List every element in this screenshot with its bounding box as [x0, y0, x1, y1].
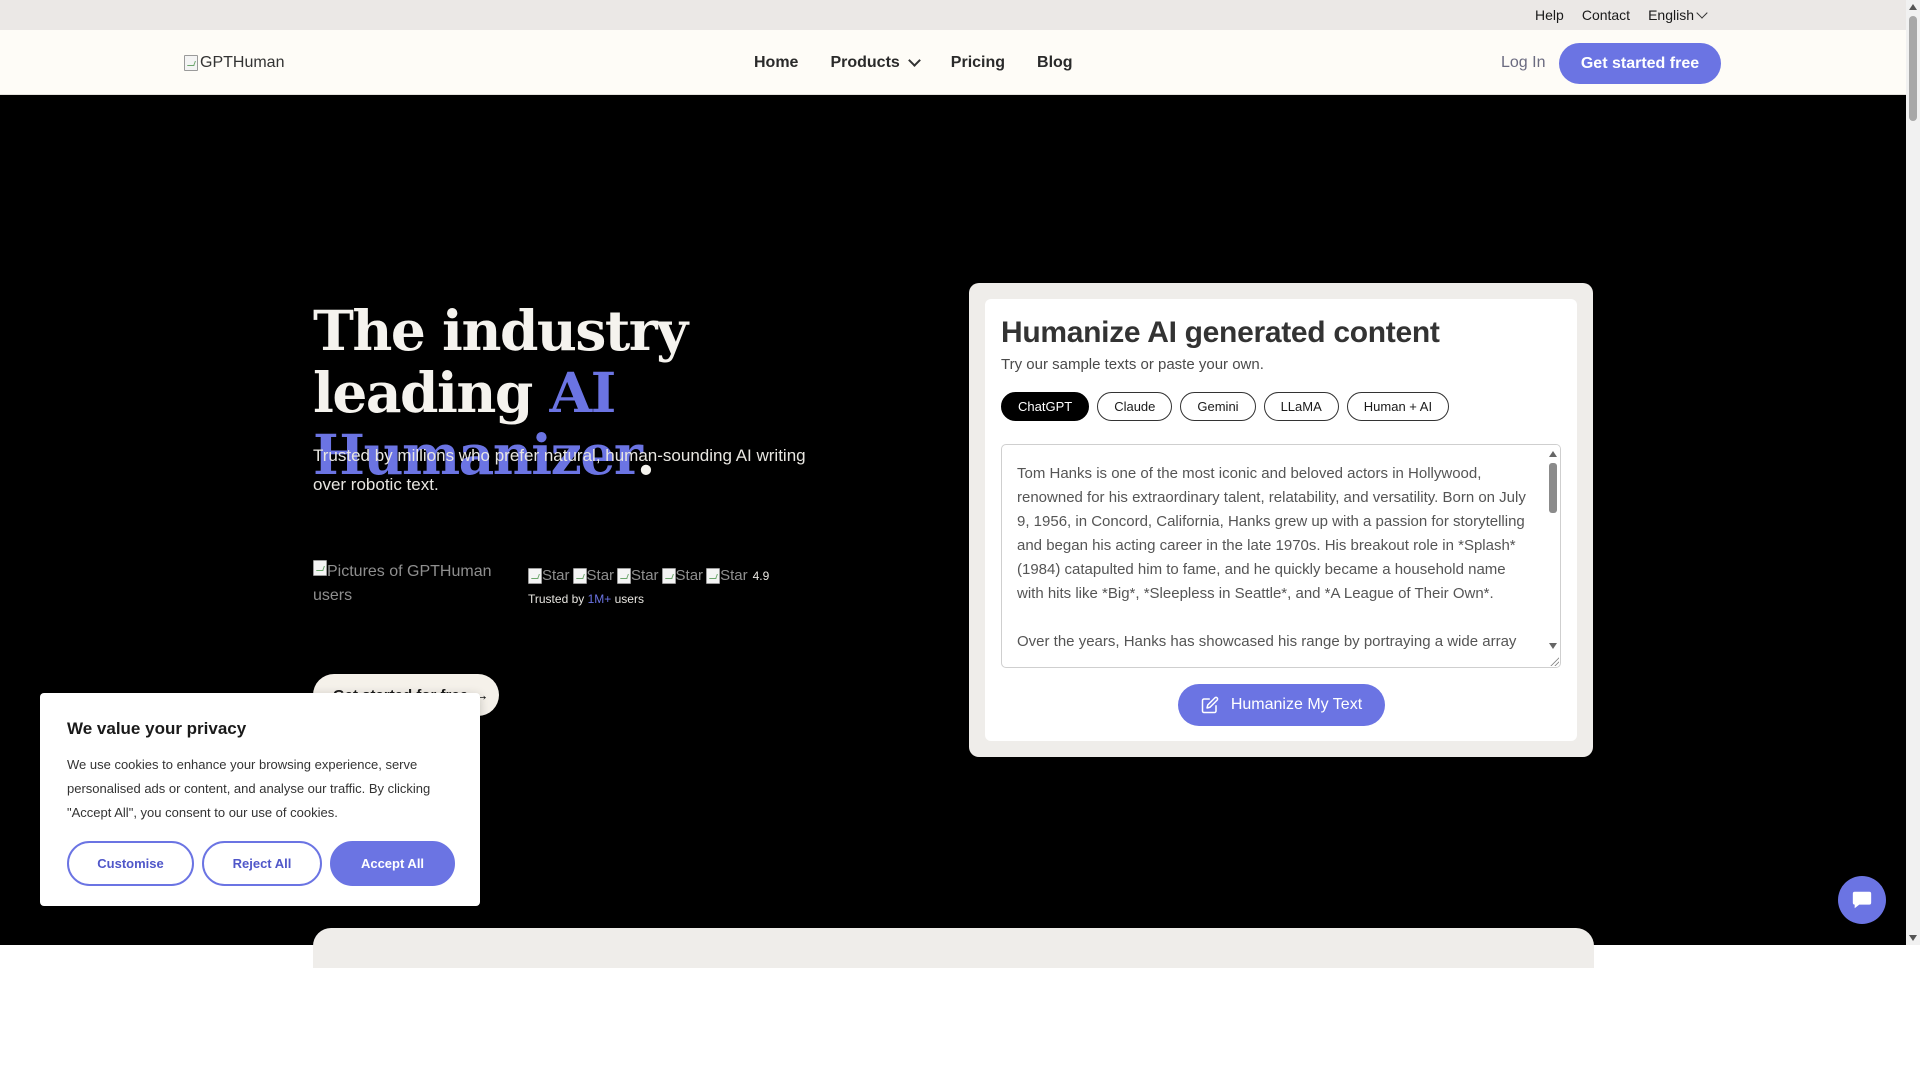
reject-all-button[interactable]: Reject All	[202, 841, 322, 886]
chevron-down-icon	[907, 53, 921, 67]
page: Help Contact English GPTHuman Home Produ…	[0, 0, 1920, 1080]
star-rating: Star Star Star Star Star 4.9	[528, 567, 769, 584]
input-textarea[interactable]: Tom Hanks is one of the most iconic and …	[1001, 444, 1561, 668]
demo-title: Humanize AI generated content	[1001, 316, 1440, 349]
humanizer-demo-card: Humanize AI generated content Try our sa…	[969, 283, 1593, 757]
scrollbar-thumb[interactable]	[1549, 463, 1557, 513]
nav-pricing[interactable]: Pricing	[951, 54, 1005, 72]
hero-title-text: The industry leading	[313, 298, 688, 425]
textarea-scrollbar[interactable]	[1546, 445, 1560, 667]
broken-image-icon	[661, 567, 676, 584]
utility-bar: Help Contact English	[0, 0, 1906, 30]
logo-alt-text: GPTHuman	[200, 54, 285, 71]
tab-llama[interactable]: LLaMA	[1263, 392, 1339, 421]
tab-gemini[interactable]: Gemini	[1180, 392, 1256, 421]
broken-image-icon	[184, 55, 198, 71]
demo-subtitle: Try our sample texts or paste your own.	[1001, 356, 1264, 373]
broken-image-icon	[528, 567, 542, 584]
chevron-down-icon	[1696, 7, 1708, 19]
language-label: English	[1648, 7, 1694, 23]
tab-claude[interactable]: Claude	[1097, 392, 1173, 421]
nav-home[interactable]: Home	[754, 54, 798, 72]
star-alt: Star	[631, 567, 659, 584]
humanize-my-text-button[interactable]: Humanize My Text	[1178, 684, 1385, 726]
get-started-free-button[interactable]: Get started free	[1559, 43, 1721, 84]
broken-image-icon	[313, 560, 327, 576]
cookie-buttons: Customise Reject All Accept All	[67, 841, 455, 886]
nav-products[interactable]: Products	[830, 53, 921, 72]
next-section-panel	[313, 928, 1594, 968]
star-alt: Star	[542, 567, 570, 584]
tab-human-ai[interactable]: Human + AI	[1346, 392, 1450, 421]
sample-text-tabs: ChatGPT Claude Gemini LLaMA Human + AI	[1001, 392, 1450, 421]
page-scrollbar[interactable]	[1906, 0, 1920, 945]
customise-button[interactable]: Customise	[67, 841, 194, 886]
user-pictures-alt: Pictures of GPTHuman users	[313, 563, 492, 604]
help-link[interactable]: Help	[1535, 7, 1564, 23]
broken-image-icon	[572, 567, 587, 584]
scroll-up-arrow-icon[interactable]	[1909, 4, 1917, 10]
star-icon: Star	[528, 567, 570, 584]
star-icon: Star	[661, 567, 704, 584]
scroll-down-arrow-icon[interactable]	[1549, 643, 1557, 649]
scroll-down-arrow-icon[interactable]	[1909, 935, 1917, 941]
accept-all-button[interactable]: Accept All	[330, 841, 455, 886]
resize-handle-icon[interactable]	[1549, 656, 1559, 666]
nav-products-label: Products	[830, 53, 900, 71]
hero-subtitle: Trusted by millions who prefer natural, …	[313, 446, 806, 494]
nav-links: Home Products Pricing Blog	[754, 30, 1073, 95]
hero-title-accent: AI	[549, 360, 616, 425]
chat-widget-button[interactable]	[1838, 876, 1886, 924]
star-icon: Star	[572, 567, 615, 584]
sample-text: Tom Hanks is one of the most iconic and …	[1017, 465, 1526, 650]
chat-bubble-icon	[1852, 891, 1872, 909]
tab-chatgpt[interactable]: ChatGPT	[1001, 392, 1090, 421]
broken-image-icon	[617, 567, 632, 584]
star-icon: Star	[706, 567, 748, 584]
cookie-title: We value your privacy	[67, 719, 247, 738]
trusted-by-text: Trusted by 1M+ users	[528, 592, 644, 606]
page-scrollbar-thumb[interactable]	[1909, 16, 1917, 121]
humanize-button-label: Humanize My Text	[1230, 696, 1363, 713]
cookie-text: We use cookies to enhance your browsing …	[67, 757, 431, 820]
broken-image-icon	[706, 567, 721, 584]
user-pictures-image: Pictures of GPTHuman users	[313, 560, 493, 608]
nav-blog[interactable]: Blog	[1037, 54, 1073, 72]
rating-value: 4.9	[752, 568, 770, 583]
language-selector[interactable]: English	[1648, 7, 1708, 23]
star-icon: Star	[617, 567, 659, 584]
login-link[interactable]: Log In	[1501, 54, 1545, 72]
edit-pencil-icon	[1201, 696, 1219, 714]
contact-link[interactable]: Contact	[1582, 7, 1630, 23]
cookie-consent-dialog: We value your privacy We use cookies to …	[40, 693, 480, 906]
logo[interactable]: GPTHuman	[184, 54, 284, 72]
trusted-prefix: Trusted by	[528, 592, 588, 606]
trusted-count: 1M+	[587, 592, 612, 606]
star-alt: Star	[720, 567, 748, 584]
humanizer-demo-panel: Humanize AI generated content Try our sa…	[985, 299, 1577, 741]
star-alt: Star	[675, 567, 704, 584]
main-nav: GPTHuman Home Products Pricing Blog Log …	[0, 30, 1906, 95]
star-alt: Star	[586, 567, 615, 584]
scroll-up-arrow-icon[interactable]	[1549, 451, 1557, 457]
trusted-suffix: users	[611, 592, 644, 606]
